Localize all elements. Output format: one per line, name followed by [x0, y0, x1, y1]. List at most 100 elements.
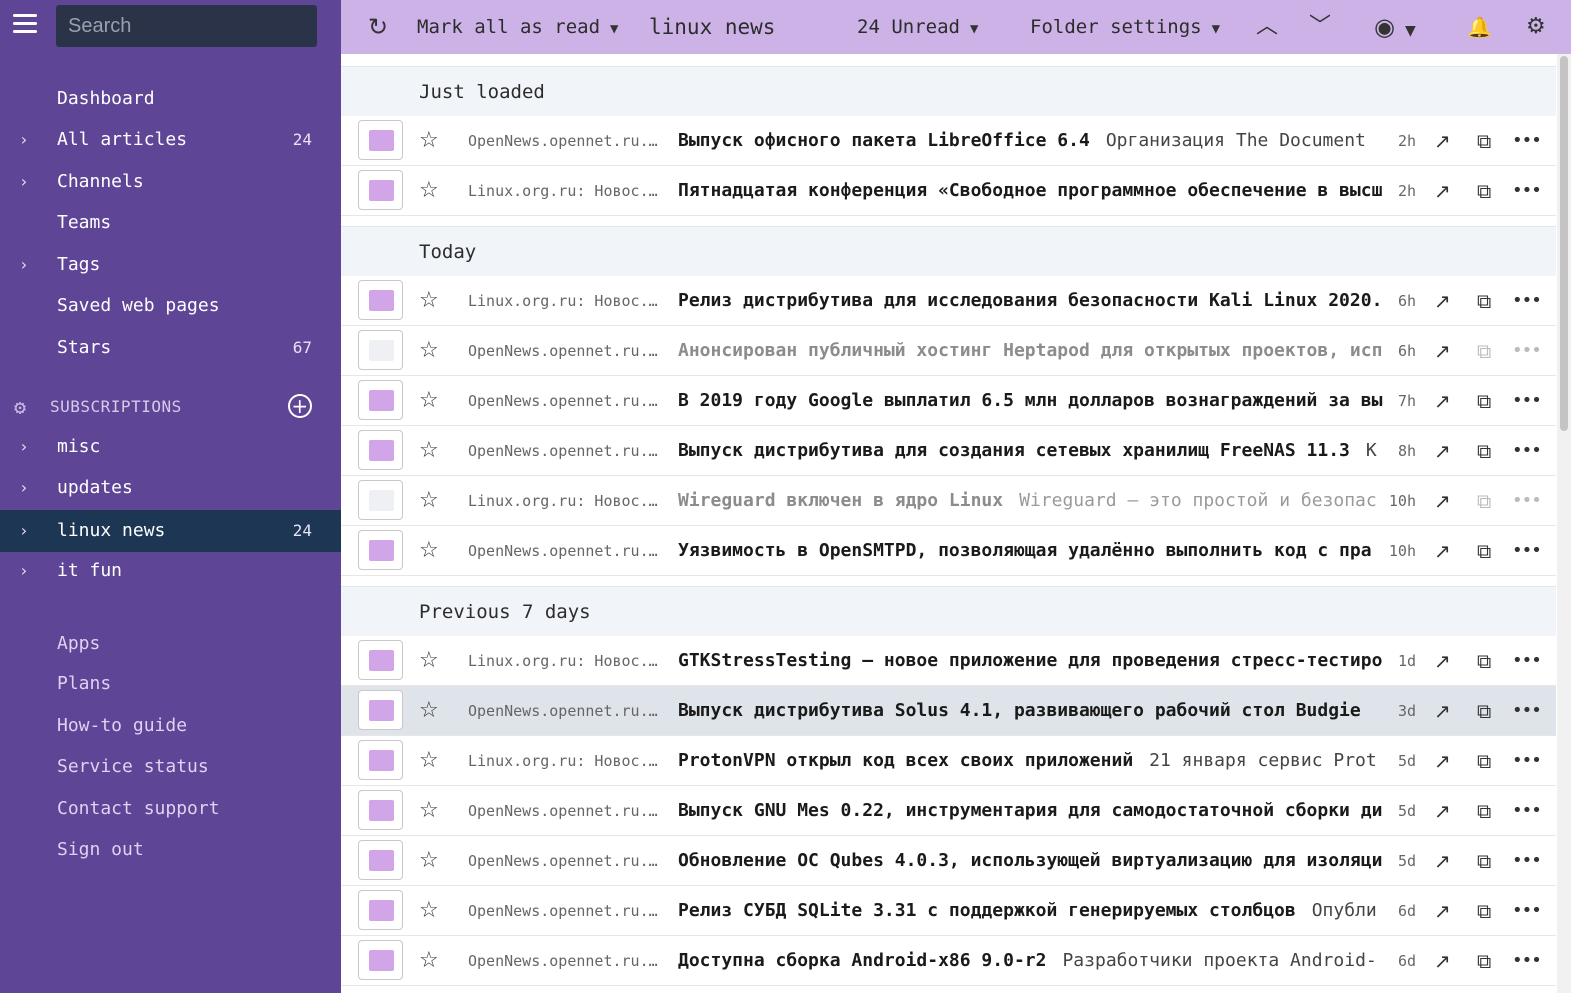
add-subscription-icon[interactable]: + — [288, 394, 312, 418]
folder-linux-news[interactable]: › linux news 24 — [0, 510, 341, 552]
star-icon[interactable]: ☆ — [419, 526, 439, 576]
star-icon[interactable]: ☆ — [419, 836, 439, 886]
unread-marker[interactable] — [358, 480, 403, 520]
more-icon[interactable]: ••• — [1512, 786, 1542, 836]
article-text[interactable]: Обновление ОС Qubes 4.0.3, использующей … — [678, 836, 1384, 886]
external-link-icon[interactable]: ⧉ — [1477, 736, 1491, 786]
trending-icon[interactable]: ↗ — [1434, 686, 1451, 736]
more-icon[interactable]: ••• — [1512, 476, 1542, 526]
nav-channels[interactable]: › Channels — [0, 163, 341, 201]
trending-icon[interactable]: ↗ — [1434, 526, 1451, 576]
trending-icon[interactable]: ↗ — [1434, 476, 1451, 526]
gear-icon[interactable]: ⚙ — [1526, 0, 1546, 54]
nav-tags[interactable]: › Tags — [0, 246, 341, 284]
scrollbar[interactable] — [1557, 54, 1571, 993]
footer-sign-out[interactable]: Sign out — [0, 831, 341, 869]
article-text[interactable]: В 2019 году Google выплатил 6.5 млн долл… — [678, 376, 1384, 426]
nav-stars[interactable]: Stars 67 — [0, 329, 341, 367]
article-text[interactable]: GTKStressTesting – новое приложение для … — [678, 636, 1384, 686]
external-link-icon[interactable]: ⧉ — [1477, 786, 1491, 836]
trending-icon[interactable]: ↗ — [1434, 276, 1451, 326]
search-input[interactable] — [56, 5, 317, 47]
folder-updates[interactable]: › updates — [0, 469, 341, 507]
trending-icon[interactable]: ↗ — [1434, 886, 1451, 936]
unread-marker[interactable] — [358, 380, 403, 420]
chevron-right-icon[interactable]: › — [19, 552, 29, 590]
article-text[interactable]: Релиз СУБД SQLite 3.31 с поддержкой гене… — [678, 886, 1384, 936]
external-link-icon[interactable]: ⧉ — [1477, 686, 1491, 736]
footer-plans[interactable]: Plans — [0, 665, 341, 703]
article-row[interactable]: ☆ OpenNews.opennet.ru... Выпуск офисного п… — [341, 116, 1556, 166]
article-row[interactable]: ☆ Linux.org.ru: Новос... GTKStressTesting … — [341, 636, 1556, 686]
trending-icon[interactable]: ↗ — [1434, 326, 1451, 376]
scrollbar-thumb[interactable] — [1560, 56, 1568, 431]
external-link-icon[interactable]: ⧉ — [1477, 426, 1491, 476]
chevron-down-icon[interactable]: ﹀ — [1309, 0, 1331, 54]
star-icon[interactable]: ☆ — [419, 376, 439, 426]
chevron-right-icon[interactable]: › — [19, 121, 29, 159]
article-row[interactable]: ☆ OpenNews.opennet.ru... Анонсирован публи… — [341, 326, 1556, 376]
chevron-right-icon[interactable]: › — [19, 246, 29, 284]
chevron-right-icon[interactable]: › — [19, 428, 29, 466]
more-icon[interactable]: ••• — [1512, 636, 1542, 686]
external-link-icon[interactable]: ⧉ — [1477, 836, 1491, 886]
article-row[interactable]: ☆ OpenNews.opennet.ru... Выпуск дистрибути… — [341, 686, 1556, 736]
more-icon[interactable]: ••• — [1512, 166, 1542, 216]
more-icon[interactable]: ••• — [1512, 276, 1542, 326]
trending-icon[interactable]: ↗ — [1434, 166, 1451, 216]
article-row[interactable]: ☆ Linux.org.ru: Новос... ProtonVPN открыл … — [341, 736, 1556, 786]
external-link-icon[interactable]: ⧉ — [1477, 636, 1491, 686]
star-icon[interactable]: ☆ — [419, 936, 439, 986]
star-icon[interactable]: ☆ — [419, 166, 439, 216]
article-row[interactable]: ☆ OpenNews.opennet.ru... В 2019 году Googl… — [341, 376, 1556, 426]
more-icon[interactable]: ••• — [1512, 326, 1542, 376]
more-icon[interactable]: ••• — [1512, 426, 1542, 476]
star-icon[interactable]: ☆ — [419, 886, 439, 936]
footer-apps[interactable]: Apps — [0, 625, 341, 663]
gear-icon[interactable]: ⚙ — [14, 390, 27, 424]
unread-marker[interactable] — [358, 430, 403, 470]
external-link-icon[interactable]: ⧉ — [1477, 166, 1491, 216]
nav-saved-web-pages[interactable]: Saved web pages — [0, 287, 341, 325]
unread-marker[interactable] — [358, 640, 403, 680]
trending-icon[interactable]: ↗ — [1434, 936, 1451, 986]
external-link-icon[interactable]: ⧉ — [1477, 116, 1491, 166]
external-link-icon[interactable]: ⧉ — [1477, 276, 1491, 326]
folder-settings-button[interactable]: Folder settings ▼ — [1030, 0, 1220, 54]
unread-marker[interactable] — [358, 120, 403, 160]
unread-marker[interactable] — [358, 790, 403, 830]
star-icon[interactable]: ☆ — [419, 476, 439, 526]
trending-icon[interactable]: ↗ — [1434, 786, 1451, 836]
article-row[interactable]: ☆ OpenNews.opennet.ru... Обновление ОС Qub… — [341, 836, 1556, 886]
unread-marker[interactable] — [358, 840, 403, 880]
footer-contact-support[interactable]: Contact support — [0, 790, 341, 828]
star-icon[interactable]: ☆ — [419, 686, 439, 736]
external-link-icon[interactable]: ⧉ — [1477, 886, 1491, 936]
article-text[interactable]: Уязвимость в OpenSMTPD, позволяющая удал… — [678, 526, 1384, 576]
unread-marker[interactable] — [358, 690, 403, 730]
more-icon[interactable]: ••• — [1512, 526, 1542, 576]
trending-icon[interactable]: ↗ — [1434, 736, 1451, 786]
star-icon[interactable]: ☆ — [419, 786, 439, 836]
more-icon[interactable]: ••• — [1512, 376, 1542, 426]
trending-icon[interactable]: ↗ — [1434, 426, 1451, 476]
article-text[interactable]: Выпуск GNU Mes 0.22, инструментария для … — [678, 786, 1384, 836]
unread-marker[interactable] — [358, 170, 403, 210]
external-link-icon[interactable]: ⧉ — [1477, 936, 1491, 986]
article-text[interactable]: Выпуск офисного пакета LibreOffice 6.4 Ор… — [678, 116, 1384, 166]
unread-marker[interactable] — [358, 940, 403, 980]
article-row[interactable]: ☆ OpenNews.opennet.ru... Уязвимость в Open… — [341, 526, 1556, 576]
unread-marker[interactable] — [358, 280, 403, 320]
footer-service-status[interactable]: Service status — [0, 748, 341, 786]
trending-icon[interactable]: ↗ — [1434, 376, 1451, 426]
unread-filter-button[interactable]: 24 Unread ▼ — [857, 0, 978, 54]
refresh-icon[interactable]: ↻ — [368, 0, 388, 54]
trending-icon[interactable]: ↗ — [1434, 636, 1451, 686]
article-row[interactable]: ☆ OpenNews.opennet.ru... Выпуск GNU Mes 0.… — [341, 786, 1556, 836]
chevron-up-icon[interactable]: ︿ — [1256, 0, 1278, 54]
star-icon[interactable]: ☆ — [419, 736, 439, 786]
more-icon[interactable]: ••• — [1512, 836, 1542, 886]
article-text[interactable]: Доступна сборка Android-x86 9.0-r2 Разраб… — [678, 936, 1384, 986]
article-text[interactable]: Релиз дистрибутива для исследования безо… — [678, 276, 1384, 326]
unread-marker[interactable] — [358, 740, 403, 780]
